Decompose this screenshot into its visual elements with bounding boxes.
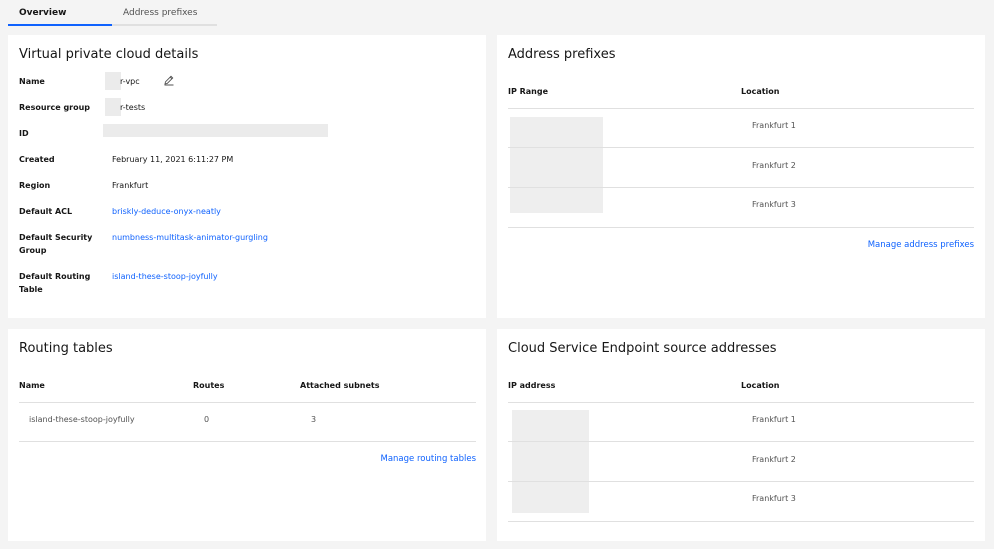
vpc-name-value: r-vpc (120, 77, 140, 86)
column-header-name: Name (19, 381, 45, 390)
divider (508, 441, 974, 442)
divider (508, 481, 974, 482)
tab-address-prefixes[interactable]: Address prefixes (112, 0, 217, 26)
address-prefixes-title: Address prefixes (508, 47, 616, 62)
detail-label: Created (19, 155, 55, 164)
prefix-location: Frankfurt 2 (752, 161, 796, 170)
detail-label: ID (19, 129, 29, 138)
tab-bar: Overview Address prefixes (8, 0, 217, 26)
vpc-details-panel: Virtual private cloud details Name r-vpc… (8, 35, 486, 318)
redacted-ip-ranges (510, 117, 603, 213)
address-prefixes-panel: Address prefixes IP Range Location Frank… (497, 35, 985, 318)
divider (508, 402, 974, 403)
routing-table-name[interactable]: island-these-stoop-joyfully (29, 415, 135, 424)
vpc-details-title: Virtual private cloud details (19, 47, 199, 62)
resource-group-value: r-tests (120, 103, 146, 112)
created-value: February 11, 2021 6:11:27 PM (112, 155, 234, 164)
detail-label: Resource group (19, 103, 91, 112)
edit-icon[interactable] (163, 74, 175, 86)
default-acl-link[interactable]: briskly-deduce-onyx-neatly (112, 205, 221, 218)
divider (508, 521, 974, 522)
cse-addresses-panel: Cloud Service Endpoint source addresses … (497, 329, 985, 541)
cse-location: Frankfurt 2 (752, 455, 796, 464)
cse-location: Frankfurt 3 (752, 494, 796, 503)
column-header-routes: Routes (193, 381, 225, 390)
divider (508, 227, 974, 228)
prefix-location: Frankfurt 1 (752, 121, 796, 130)
region-value: Frankfurt (112, 181, 149, 190)
cse-title: Cloud Service Endpoint source addresses (508, 341, 777, 356)
divider (508, 147, 974, 148)
default-security-group-link[interactable]: numbness-multitask-animator-gurgling (112, 231, 268, 244)
divider (508, 108, 974, 109)
detail-label: Default Routing Table (19, 272, 91, 294)
detail-label: Region (19, 181, 51, 190)
divider (19, 441, 476, 442)
routing-tables-title: Routing tables (19, 341, 113, 356)
divider (508, 187, 974, 188)
detail-label: Default Security Group (19, 233, 93, 255)
prefix-location: Frankfurt 3 (752, 200, 796, 209)
routing-table-routes: 0 (204, 415, 210, 424)
column-header-ip-range: IP Range (508, 87, 549, 96)
redacted-block (105, 98, 121, 116)
redacted-block (105, 72, 121, 90)
detail-label: Default ACL (19, 207, 73, 216)
tab-overview[interactable]: Overview (8, 0, 112, 26)
redacted-id (103, 124, 328, 137)
column-header-attached-subnets: Attached subnets (300, 381, 380, 390)
column-header-location: Location (741, 381, 780, 390)
column-header-location: Location (741, 87, 780, 96)
redacted-ip-addresses (512, 410, 589, 513)
divider (19, 402, 476, 403)
routing-table-subnets: 3 (311, 415, 317, 424)
manage-routing-tables-link[interactable]: Manage routing tables (381, 454, 477, 464)
cse-location: Frankfurt 1 (752, 415, 796, 424)
column-header-ip-address: IP address (508, 381, 556, 390)
default-routing-table-link[interactable]: island-these-stoop-joyfully (112, 270, 218, 283)
routing-tables-panel: Routing tables Name Routes Attached subn… (8, 329, 486, 541)
detail-label: Name (19, 77, 45, 86)
manage-address-prefixes-link[interactable]: Manage address prefixes (868, 240, 974, 250)
